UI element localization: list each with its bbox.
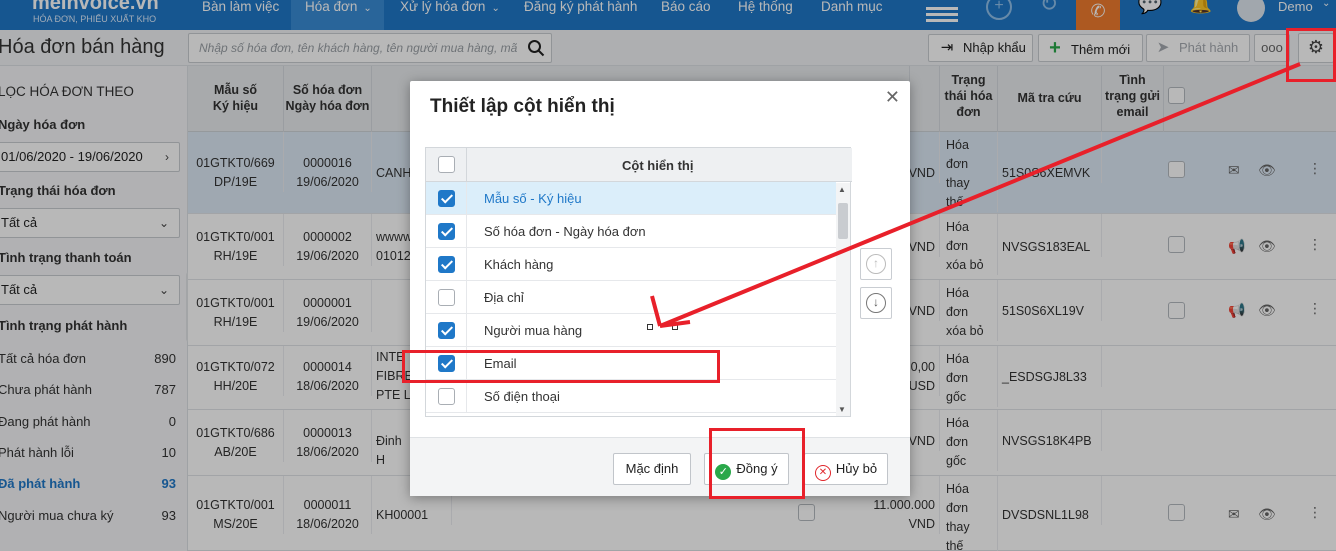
resize-handle[interactable] (647, 324, 653, 330)
column-checkbox[interactable] (438, 289, 455, 306)
default-button[interactable]: Mặc định (613, 453, 691, 485)
column-checkbox[interactable] (438, 322, 455, 339)
column-list-header: Cột hiển thị (426, 148, 852, 182)
column-settings-dialog: Thiết lập cột hiển thị ✕ Cột hiển thị Mẫ… (410, 81, 910, 496)
scroll-down-icon[interactable]: ▼ (838, 405, 846, 414)
column-option[interactable]: Người mua hàng (426, 314, 836, 347)
close-icon[interactable]: ✕ (885, 87, 900, 108)
dialog-footer: Mặc định ✓ Đồng ý ✕ Hủy bỏ (410, 437, 910, 496)
move-down-button[interactable]: ↓ (860, 287, 892, 319)
column-checkbox[interactable] (438, 256, 455, 273)
annotation-box-email (402, 350, 720, 383)
scrollbar-thumb[interactable] (838, 203, 848, 239)
column-option[interactable]: Địa chỉ (426, 281, 836, 314)
annotation-box-gear (1286, 28, 1336, 82)
move-up-button[interactable]: ↑ (860, 248, 892, 280)
column-option[interactable]: Số hóa đơn - Ngày hóa đơn (426, 215, 836, 248)
dialog-title: Thiết lập cột hiển thị (430, 96, 615, 117)
cancel-button[interactable]: ✕ Hủy bỏ (804, 453, 888, 485)
column-option[interactable]: Số điện thoại (426, 380, 836, 413)
column-checkbox[interactable] (438, 223, 455, 240)
cancel-circle-icon: ✕ (814, 465, 831, 481)
column-checkbox[interactable] (438, 388, 455, 405)
column-option[interactable]: Mẫu số - Ký hiệu (426, 182, 836, 215)
arrow-up-icon: ↑ (866, 254, 886, 274)
column-list-scrollbar[interactable]: ▲ ▼ (836, 183, 850, 416)
annotation-box-ok (709, 428, 805, 499)
arrow-down-icon: ↓ (866, 293, 886, 313)
select-all-columns-checkbox[interactable] (438, 156, 455, 173)
column-checkbox[interactable] (438, 190, 455, 207)
scroll-up-icon[interactable]: ▲ (838, 185, 846, 194)
column-option[interactable]: Khách hàng (426, 248, 836, 281)
resize-handle[interactable] (672, 324, 678, 330)
